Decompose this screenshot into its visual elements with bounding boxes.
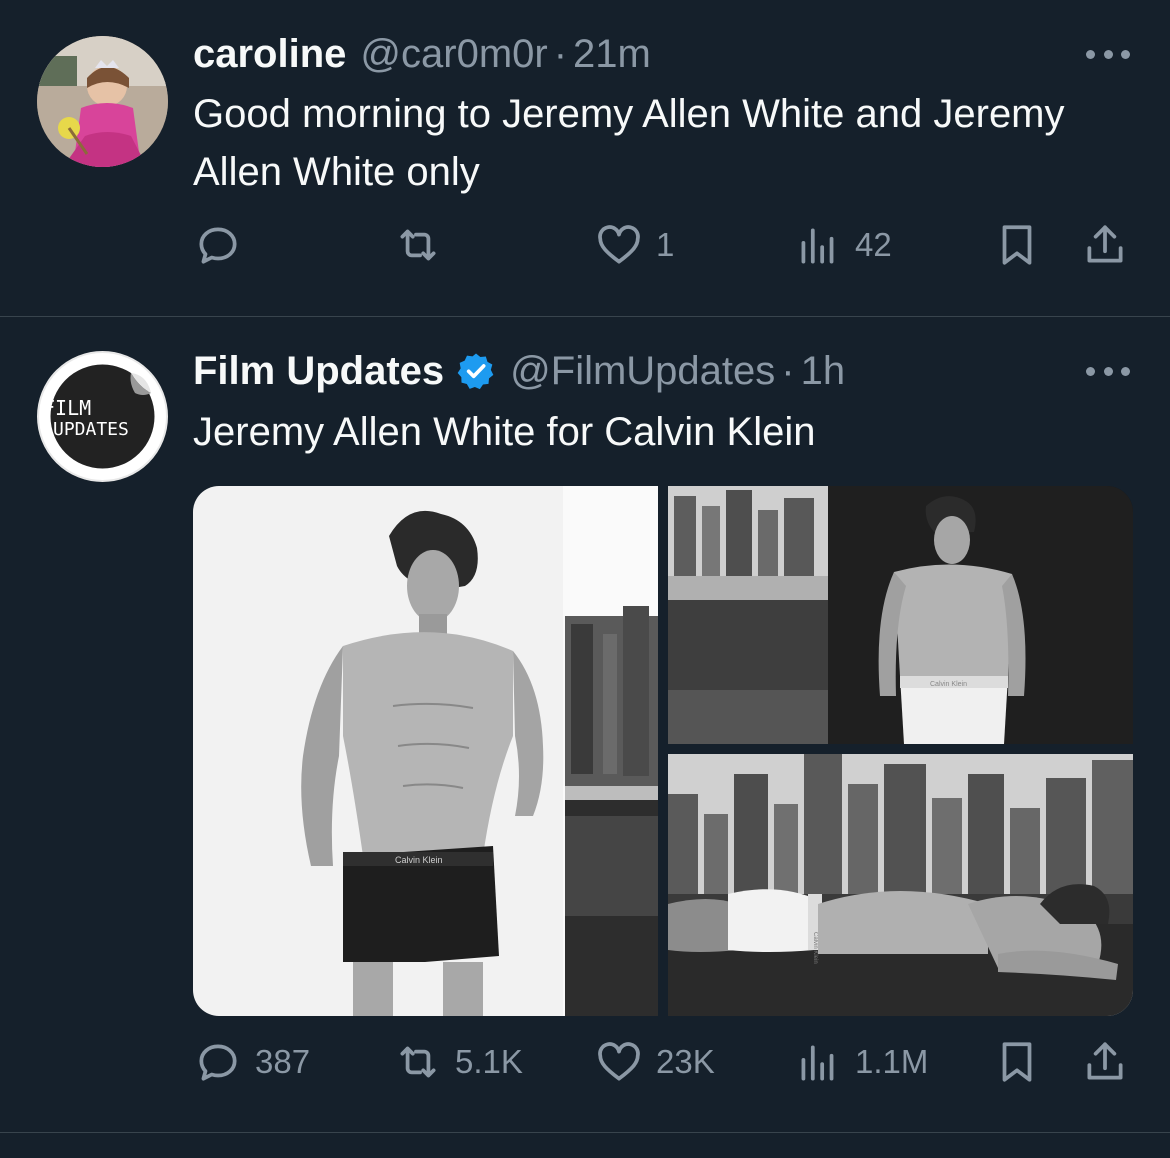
verified-badge-icon[interactable] (456, 351, 496, 391)
separator-dot: · (781, 349, 795, 393)
separator-dot: · (553, 32, 568, 76)
like-count: 23K (656, 1043, 715, 1080)
tweet-text: Jeremy Allen White for Calvin Klein (193, 410, 816, 454)
user-handle[interactable]: @car0m0r (360, 30, 547, 78)
waistband-text: Calvin Klein (395, 855, 443, 865)
bookmark-button[interactable] (992, 1037, 1042, 1087)
display-name[interactable]: Film Updates (193, 347, 444, 395)
divider (0, 1132, 1170, 1133)
views-button[interactable]: 1.1M (793, 1037, 928, 1087)
like-button[interactable]: 23K (594, 1037, 715, 1087)
tweet-caroline[interactable]: caroline @car0m0r · 21m Good morning to … (0, 0, 1170, 316)
photo-lying-rooftop: Calvin Klein (668, 754, 1133, 1016)
media-photo-1[interactable]: Calvin Klein (193, 486, 658, 1016)
tweet-header: caroline @car0m0r · 21m (193, 30, 651, 78)
tweet-filmupdates[interactable]: FILM UPDATES Film Updates @FilmUpdates ·… (0, 317, 1170, 1132)
avatar-photo (37, 36, 168, 167)
logo-text-updates: UPDATES (53, 419, 129, 440)
views-icon (801, 1045, 834, 1081)
media-grid[interactable]: Calvin Klein Calvin Klein Calvin Klein (193, 486, 1133, 1016)
media-photo-3[interactable]: Calvin Klein (668, 754, 1133, 1016)
share-icon (1087, 1042, 1123, 1080)
action-bar: 387 5.1K 23K 1.1M (0, 1037, 1170, 1097)
photo-standing-portrait: Calvin Klein (193, 486, 658, 1016)
like-count: 1 (656, 226, 675, 263)
like-button[interactable]: 1 (594, 220, 674, 270)
media-photo-2[interactable]: Calvin Klein (668, 486, 1133, 744)
waistband-text: Calvin Klein (812, 932, 818, 964)
repost-button[interactable] (393, 220, 455, 270)
avatar[interactable]: FILM UPDATES (37, 351, 168, 482)
views-icon (801, 228, 834, 264)
repost-button[interactable]: 5.1K (393, 1037, 523, 1087)
reply-icon (199, 227, 237, 264)
tweet-header: Film Updates @FilmUpdates · 1h (193, 347, 845, 395)
views-button[interactable]: 42 (793, 220, 892, 270)
bookmark-button[interactable] (992, 220, 1042, 270)
repost-icon (400, 229, 436, 261)
like-icon (598, 1042, 640, 1081)
views-count: 42 (855, 226, 892, 263)
logo-text-film: FILM (43, 396, 91, 420)
bookmark-icon (1002, 1042, 1032, 1082)
reply-button[interactable]: 387 (193, 1037, 310, 1087)
user-handle[interactable]: @FilmUpdates (510, 347, 775, 395)
reply-count: 387 (255, 1043, 311, 1080)
more-icon[interactable] (1086, 44, 1130, 64)
waistband-text: Calvin Klein (930, 681, 967, 688)
timestamp[interactable]: 21m (573, 30, 651, 78)
photo-standing-rooftop: Calvin Klein (668, 486, 1133, 744)
action-bar: 1 42 (0, 220, 1170, 280)
repost-count: 5.1K (455, 1043, 523, 1080)
tweet-text: Good morning to Jeremy Allen White and J… (193, 92, 1065, 194)
more-icon[interactable] (1086, 361, 1130, 381)
reply-button[interactable] (193, 220, 255, 270)
avatar[interactable] (37, 36, 168, 167)
repost-icon (400, 1046, 436, 1078)
views-count: 1.1M (855, 1043, 929, 1080)
bookmark-icon (1002, 225, 1032, 265)
display-name[interactable]: caroline (193, 30, 346, 78)
film-updates-logo: FILM UPDATES (43, 364, 155, 469)
share-button[interactable] (1080, 220, 1130, 270)
reply-icon (199, 1044, 237, 1081)
share-button[interactable] (1080, 1037, 1130, 1087)
timestamp[interactable]: 1h (801, 347, 846, 395)
like-icon (598, 225, 640, 264)
share-icon (1087, 225, 1123, 263)
